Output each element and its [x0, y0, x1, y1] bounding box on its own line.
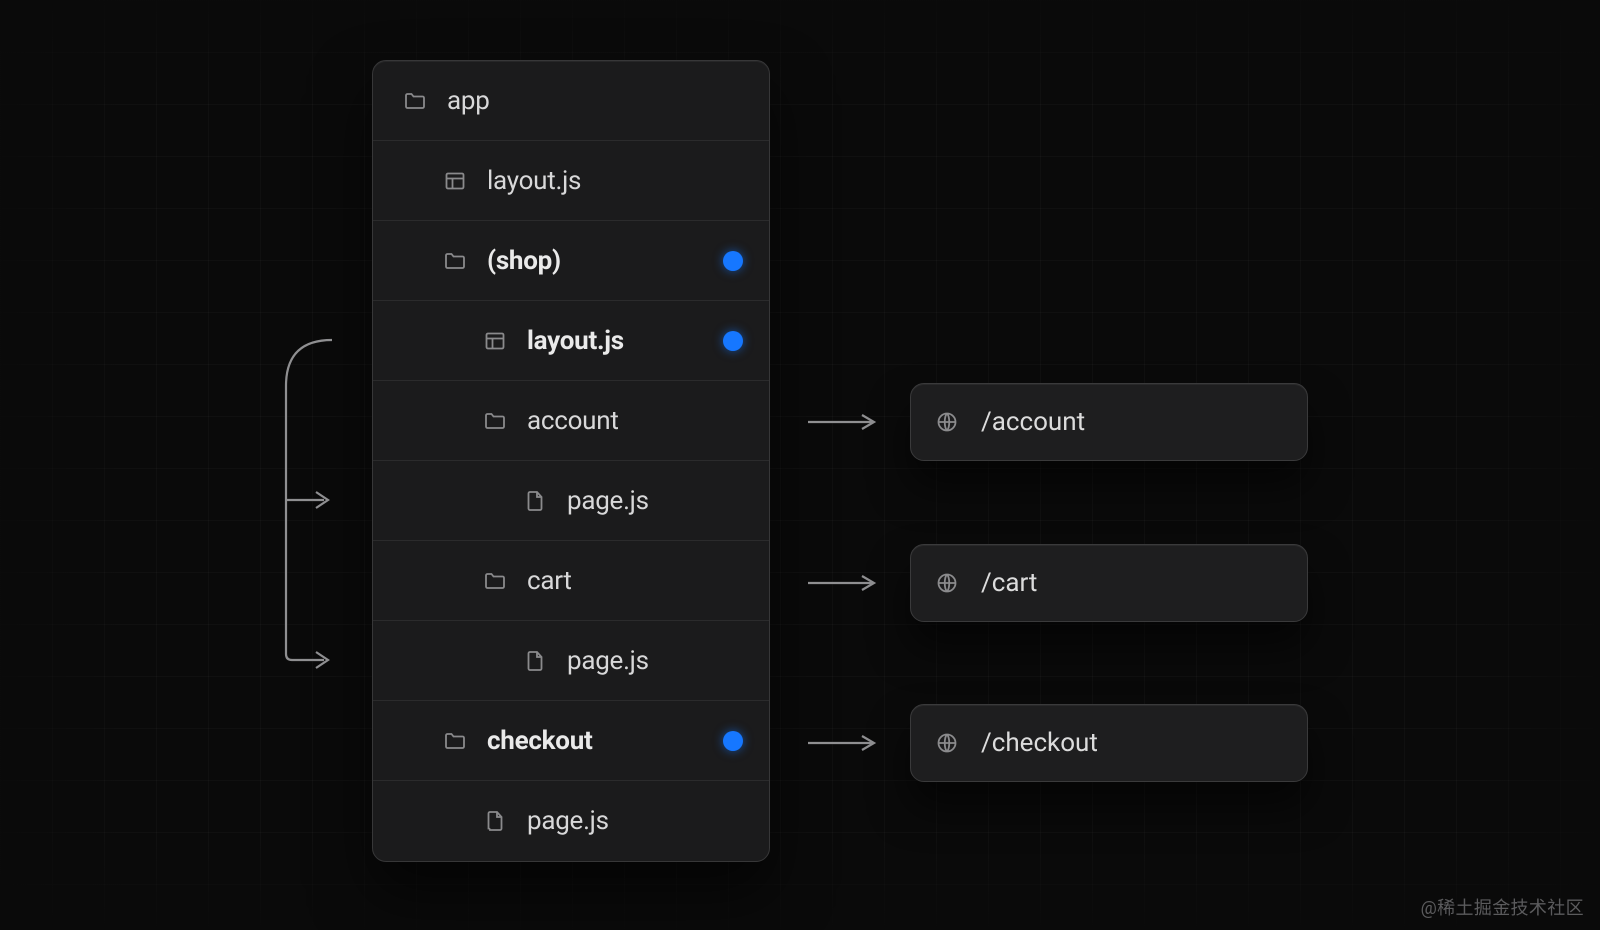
tree-row-label: layout.js — [487, 166, 581, 196]
marker-dot — [723, 331, 743, 351]
layout-icon — [483, 329, 507, 353]
route-label: /account — [981, 407, 1085, 437]
tree-row-label: checkout — [487, 726, 593, 756]
folder-icon — [403, 89, 427, 113]
tree-row: layout.js — [373, 141, 769, 221]
globe-icon — [935, 571, 959, 595]
tree-root-row: app — [373, 61, 769, 141]
tree-row-label: account — [527, 406, 619, 436]
tree-row: page.js — [373, 461, 769, 541]
globe-icon — [935, 731, 959, 755]
route-label: /checkout — [981, 728, 1098, 758]
folder-icon — [483, 409, 507, 433]
tree-row-label: layout.js — [527, 326, 624, 356]
tree-root-label: app — [447, 86, 490, 116]
tree-row: account — [373, 381, 769, 461]
layout-icon — [443, 169, 467, 193]
tree-row-label: cart — [527, 566, 572, 596]
route-label: /cart — [981, 568, 1037, 598]
tree-row: layout.js — [373, 301, 769, 381]
tree-row-label: page.js — [567, 646, 649, 676]
folder-icon — [483, 569, 507, 593]
left-connector — [278, 332, 372, 672]
route-chip-cart: /cart — [910, 544, 1308, 622]
watermark: @稀土掘金技术社区 — [1421, 894, 1584, 920]
tree-row-label: page.js — [527, 806, 609, 836]
arrow-to-account — [806, 412, 886, 432]
tree-row: checkout — [373, 701, 769, 781]
tree-row: cart — [373, 541, 769, 621]
file-icon — [523, 649, 547, 673]
file-icon — [523, 489, 547, 513]
file-tree-panel: app layout.js (shop) layout.js — [372, 60, 770, 862]
file-icon — [483, 809, 507, 833]
globe-icon — [935, 410, 959, 434]
tree-row-label: page.js — [567, 486, 649, 516]
folder-icon — [443, 729, 467, 753]
marker-dot — [723, 731, 743, 751]
tree-row-label: (shop) — [487, 246, 561, 276]
tree-row: page.js — [373, 781, 769, 861]
route-chip-account: /account — [910, 383, 1308, 461]
folder-icon — [443, 249, 467, 273]
arrow-to-checkout — [806, 733, 886, 753]
tree-row: page.js — [373, 621, 769, 701]
route-chip-checkout: /checkout — [910, 704, 1308, 782]
tree-row: (shop) — [373, 221, 769, 301]
arrow-to-cart — [806, 573, 886, 593]
marker-dot — [723, 251, 743, 271]
